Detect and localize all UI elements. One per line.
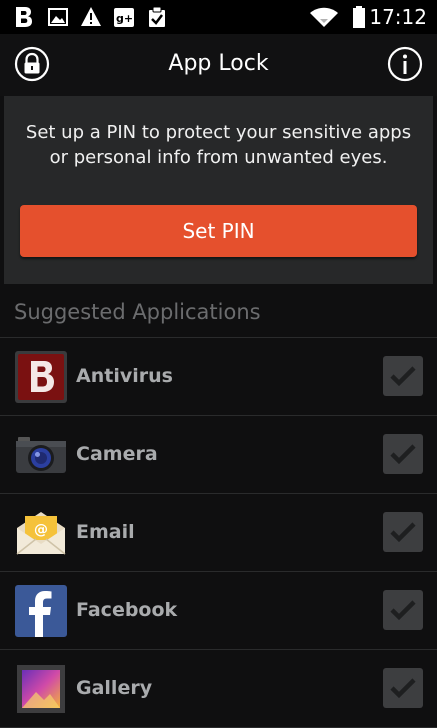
- checkmark-icon: [390, 444, 416, 465]
- app-checkbox[interactable]: [383, 512, 423, 552]
- set-pin-button[interactable]: Set PIN: [20, 205, 417, 257]
- app-name: Gallery: [76, 677, 153, 699]
- warning-icon: [81, 7, 101, 26]
- b-icon: [16, 7, 32, 27]
- app-name: Antivirus: [76, 365, 173, 387]
- checkmark-icon: [390, 600, 416, 621]
- list-item[interactable]: Facebook: [0, 572, 437, 650]
- app-name: Facebook: [76, 599, 178, 621]
- image-icon: [48, 8, 68, 26]
- status-bar: g+ 17:12: [0, 0, 437, 34]
- checkmark-icon: [390, 522, 416, 543]
- svg-text:@: @: [34, 522, 48, 538]
- list-item[interactable]: @ Email: [0, 494, 437, 572]
- clipboard-check-icon: [149, 6, 165, 27]
- camera-icon: [16, 437, 66, 473]
- battery-icon: [353, 6, 365, 28]
- checkmark-icon: [390, 678, 416, 699]
- svg-text:g+: g+: [116, 12, 133, 25]
- list-item[interactable]: Gallery: [0, 650, 437, 728]
- pin-description: Set up a PIN to protect your sensitive a…: [25, 122, 412, 168]
- antivirus-icon: [15, 351, 67, 403]
- list-item[interactable]: Camera: [0, 416, 437, 494]
- suggested-applications-heading: Suggested Applications: [14, 300, 261, 324]
- checkmark-icon: [390, 366, 416, 387]
- gallery-icon: [17, 665, 65, 713]
- status-time: 17:12: [369, 5, 427, 29]
- google-plus-icon: g+: [114, 8, 134, 27]
- action-bar: App Lock: [0, 34, 437, 96]
- info-icon[interactable]: [387, 46, 423, 82]
- list-item[interactable]: Antivirus: [0, 338, 437, 416]
- facebook-icon: [15, 585, 67, 637]
- app-checkbox[interactable]: [383, 590, 423, 630]
- app-checkbox[interactable]: [383, 356, 423, 396]
- email-icon: @: [16, 512, 66, 555]
- app-name: Email: [76, 521, 135, 543]
- app-checkbox[interactable]: [383, 434, 423, 474]
- pin-setup-card: Set up a PIN to protect your sensitive a…: [4, 96, 433, 284]
- app-name: Camera: [76, 443, 158, 465]
- app-list: Antivirus Camera @ Email Facebook Galler…: [0, 338, 437, 728]
- page-title: App Lock: [168, 51, 269, 76]
- wifi-icon: [310, 7, 338, 27]
- app-checkbox[interactable]: [383, 668, 423, 708]
